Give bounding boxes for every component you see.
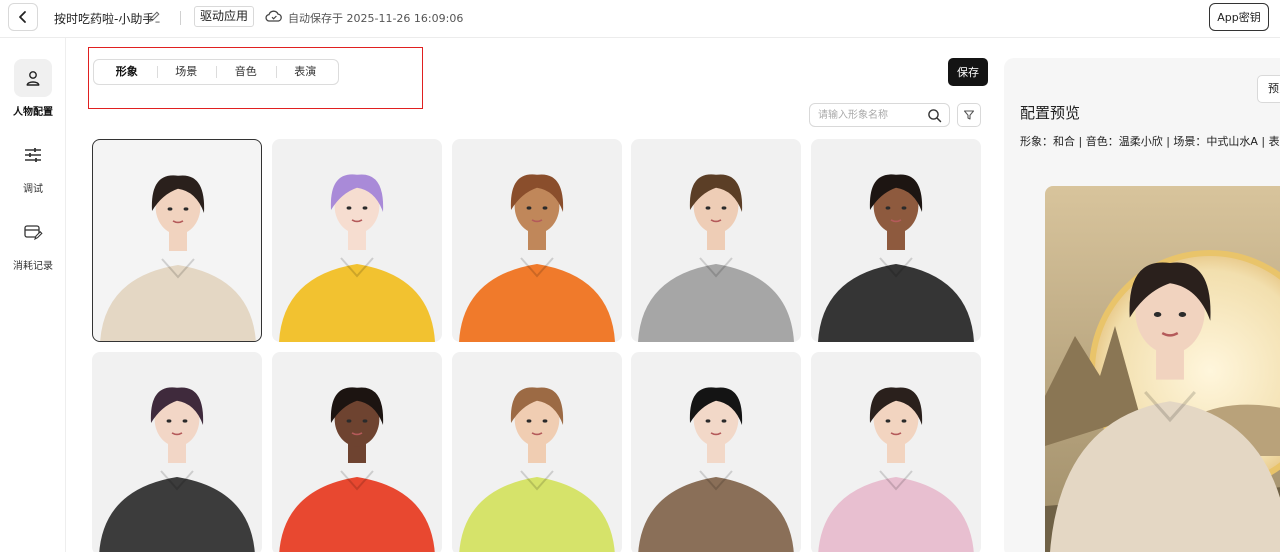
avatar-thumbnail xyxy=(818,174,974,342)
avatar-card[interactable] xyxy=(811,139,981,342)
avatar-thumbnail xyxy=(279,174,435,342)
left-sidebar: 人物配置 调试 消耗记录 xyxy=(0,38,66,552)
sidebar-item-icon-box xyxy=(14,136,52,174)
avatar-thumbnail xyxy=(638,174,794,342)
chevron-left-icon xyxy=(19,11,26,23)
sidebar-item-icon-box xyxy=(14,213,52,251)
avatar-card[interactable] xyxy=(272,352,442,552)
search-icon[interactable] xyxy=(927,108,942,123)
preview-scene-illustration xyxy=(1045,186,1280,552)
preview-panel: 预览 配置预览 形象：和合 | 音色：温柔小欣 | 场景：中式山水A | 表 xyxy=(1004,58,1280,552)
sidebar-item-character-config[interactable]: 人物配置 xyxy=(0,59,66,118)
sidebar-item-label: 调试 xyxy=(23,184,43,195)
avatar-thumbnail xyxy=(459,387,615,552)
avatar-thumbnail xyxy=(459,174,615,342)
filter-icon xyxy=(963,110,975,120)
avatar-card[interactable] xyxy=(92,352,262,552)
save-button[interactable]: 保存 xyxy=(948,58,988,86)
top-bar: 按时吃药啦-小助手 驱动应用 自动保存于 2025-11-26 16:09:06… xyxy=(0,0,1280,38)
sidebar-item-label: 消耗记录 xyxy=(13,261,53,272)
card-edit-icon xyxy=(24,225,43,241)
app-title: 按时吃药啦-小助手 xyxy=(54,12,155,26)
back-button[interactable] xyxy=(8,3,38,31)
avatar-card[interactable] xyxy=(452,352,622,552)
autosave-status: 自动保存于 2025-11-26 16:09:06 xyxy=(288,12,464,25)
sidebar-item-label: 人物配置 xyxy=(13,107,53,118)
tab-voice[interactable]: 音色 xyxy=(216,63,276,81)
avatar-card[interactable] xyxy=(272,139,442,342)
avatar-card[interactable] xyxy=(631,352,801,552)
tab-appearance[interactable]: 形象 xyxy=(97,63,157,81)
sliders-icon xyxy=(25,148,41,162)
preview-summary: 形象：和合 | 音色：温柔小欣 | 场景：中式山水A | 表 xyxy=(1020,135,1280,148)
app-key-button[interactable]: App密钥 xyxy=(1209,3,1269,31)
drive-app-tag[interactable]: 驱动应用 xyxy=(194,6,255,27)
tab-scene[interactable]: 场景 xyxy=(156,63,217,81)
sidebar-item-usage-records[interactable]: 消耗记录 xyxy=(0,213,66,272)
search-input[interactable] xyxy=(818,107,922,123)
avatar-card[interactable] xyxy=(92,139,262,342)
sidebar-item-debug[interactable]: 调试 xyxy=(0,136,66,195)
preview-stage-image xyxy=(1045,186,1280,552)
tab-performance[interactable]: 表演 xyxy=(275,63,336,81)
person-icon xyxy=(26,71,40,86)
avatar-thumbnail xyxy=(279,387,435,552)
preview-button[interactable]: 预览 xyxy=(1257,75,1280,103)
avatar-thumbnail xyxy=(100,175,256,341)
search-box xyxy=(809,103,950,127)
edit-pencil-icon[interactable] xyxy=(148,10,161,23)
avatar-thumbnail xyxy=(818,387,974,552)
avatar-thumbnail xyxy=(638,387,794,552)
avatar-card[interactable] xyxy=(631,139,801,342)
avatar-thumbnail xyxy=(99,387,255,552)
avatar-card[interactable] xyxy=(452,139,622,342)
config-tabs: 形象 场景 音色 表演 xyxy=(93,59,339,85)
filter-button[interactable] xyxy=(957,103,981,127)
preview-title: 配置预览 xyxy=(1020,104,1081,122)
avatar-card[interactable] xyxy=(811,352,981,552)
cloud-sync-icon xyxy=(265,10,282,22)
header-divider xyxy=(180,11,181,25)
sidebar-item-icon-box xyxy=(14,59,52,97)
